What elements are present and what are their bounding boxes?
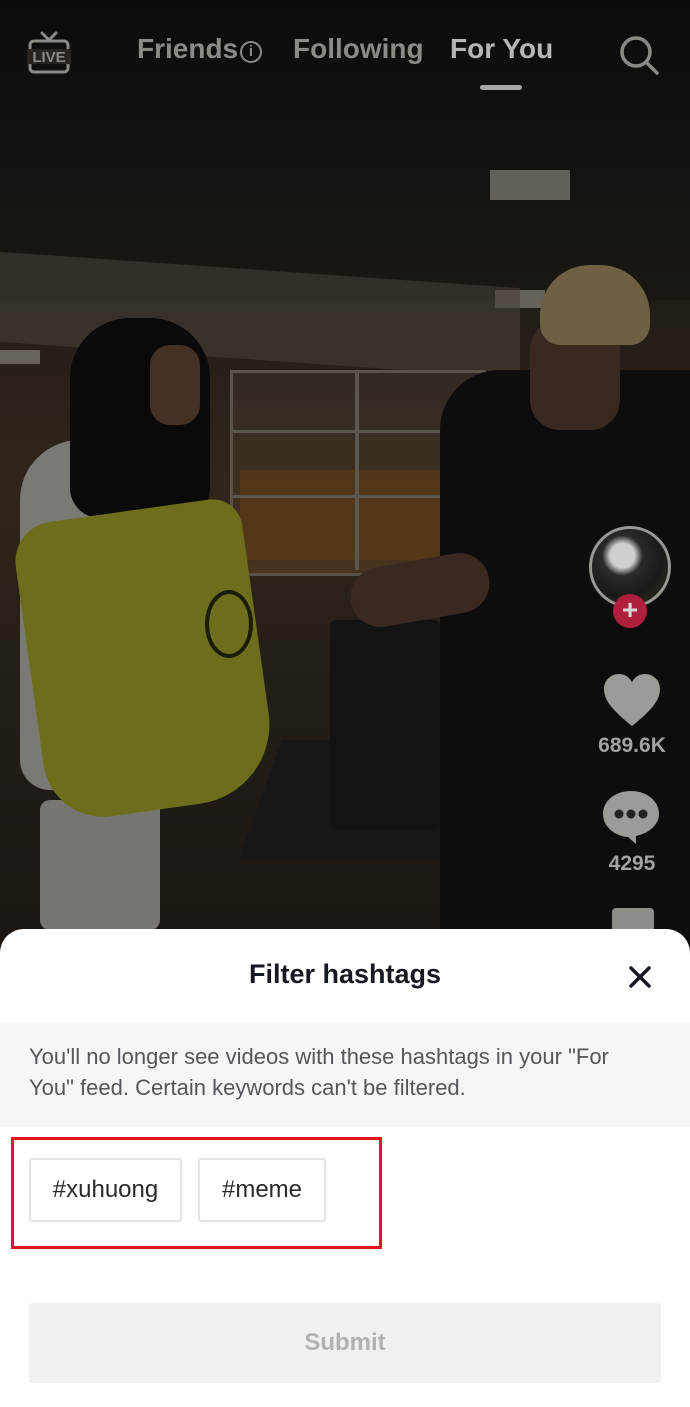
dim-overlay[interactable] — [0, 0, 690, 960]
active-tab-indicator — [480, 85, 522, 90]
hashtag-chip[interactable]: #meme — [198, 1158, 326, 1222]
comment-count: 4295 — [608, 852, 656, 875]
close-icon[interactable] — [622, 959, 658, 995]
top-nav: LIVE Friends i Following For You — [0, 0, 690, 110]
live-icon[interactable]: LIVE — [26, 30, 72, 76]
tab-for-you[interactable]: For You — [450, 33, 553, 65]
sheet-title: Filter hashtags — [248, 959, 442, 989]
hashtag-chip[interactable]: #xuhuong — [29, 1158, 182, 1222]
tab-friends[interactable]: Friends — [137, 33, 238, 65]
follow-button[interactable]: + — [613, 594, 647, 628]
submit-button[interactable]: Submit — [29, 1303, 661, 1383]
heart-icon[interactable] — [602, 672, 662, 728]
like-count: 689.6K — [598, 734, 666, 757]
video-player[interactable] — [0, 0, 690, 960]
notice-text: You'll no longer see videos with these h… — [29, 1044, 609, 1100]
notice-banner: You'll no longer see videos with these h… — [0, 1023, 690, 1127]
search-icon[interactable] — [618, 34, 660, 76]
info-icon[interactable]: i — [240, 41, 262, 63]
filter-hashtags-sheet: Filter hashtags You'll no longer see vid… — [0, 929, 690, 1407]
live-label: LIVE — [32, 49, 65, 66]
tab-following[interactable]: Following — [293, 33, 424, 65]
comment-icon[interactable] — [600, 788, 662, 846]
